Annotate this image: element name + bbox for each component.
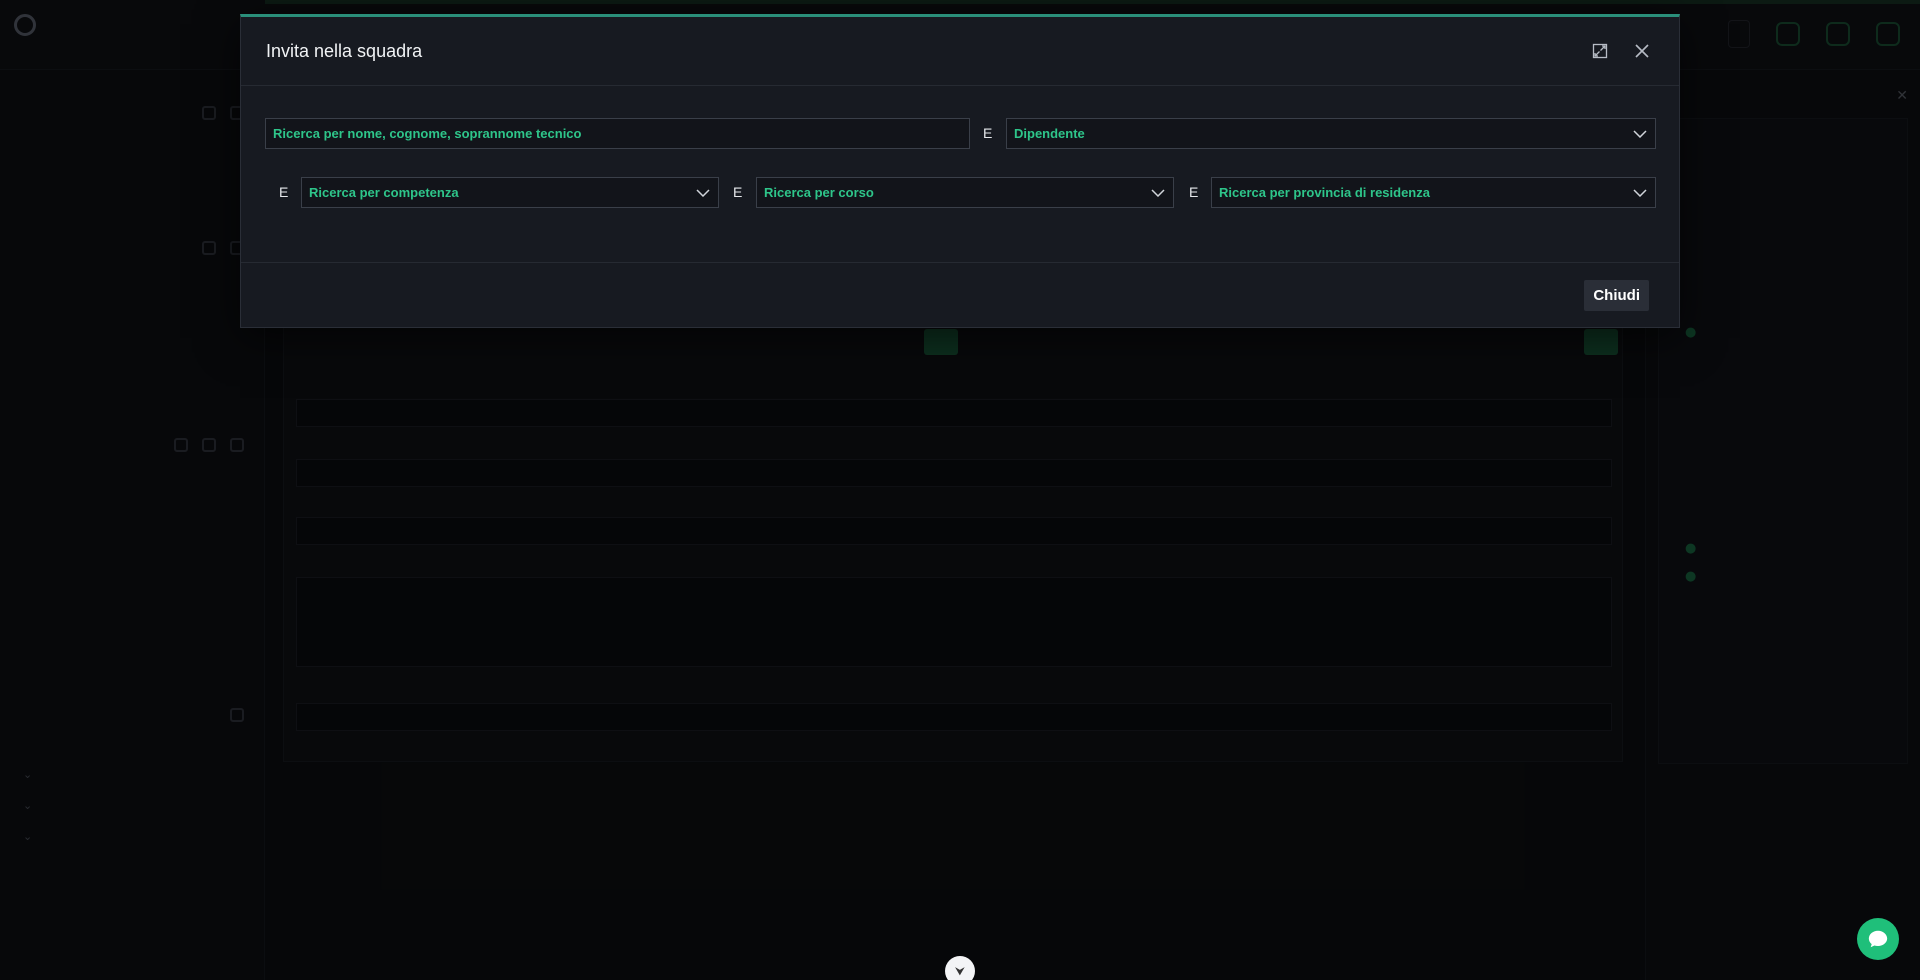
course-select[interactable]: Ricerca per corso: [756, 177, 1174, 208]
scroll-down-button[interactable]: ⮟: [945, 956, 975, 980]
chevron-down-icon: [1632, 185, 1648, 201]
chat-button[interactable]: [1857, 918, 1899, 960]
close-modal-button[interactable]: Chiudi: [1584, 280, 1649, 311]
course-placeholder: Ricerca per corso: [764, 185, 874, 200]
chevron-down-icon: [1150, 185, 1166, 201]
chevron-down-icon: [1632, 126, 1648, 142]
close-icon: [1635, 44, 1649, 58]
province-placeholder: Ricerca per provincia di residenza: [1219, 185, 1430, 200]
employee-type-select[interactable]: Dipendente: [1006, 118, 1656, 149]
province-select[interactable]: Ricerca per provincia di residenza: [1211, 177, 1656, 208]
modal-title: Invita nella squadra: [266, 40, 423, 61]
modal-footer: Chiudi: [241, 262, 1679, 328]
and-label: E: [1189, 184, 1199, 200]
expand-button[interactable]: [1588, 39, 1612, 63]
close-button[interactable]: [1630, 39, 1654, 63]
chevron-down-icon: [695, 185, 711, 201]
modal-body: E Dipendente E Ricerca per competenza E …: [241, 86, 1679, 262]
expand-icon: [1592, 43, 1608, 59]
chevron-down-icon: ⮟: [954, 963, 966, 978]
invite-team-modal: Invita nella squadra E Dipendente: [240, 14, 1680, 328]
chat-icon: [1868, 930, 1888, 948]
employee-type-value: Dipendente: [1014, 126, 1085, 141]
name-search-field[interactable]: [265, 118, 970, 149]
competence-placeholder: Ricerca per competenza: [309, 185, 459, 200]
name-search-input[interactable]: [273, 126, 962, 141]
and-label: E: [983, 125, 993, 141]
modal-header: Invita nella squadra: [241, 17, 1679, 86]
modal-actions: [1588, 39, 1654, 63]
and-label: E: [733, 184, 743, 200]
and-label: E: [279, 184, 289, 200]
competence-select[interactable]: Ricerca per competenza: [301, 177, 719, 208]
